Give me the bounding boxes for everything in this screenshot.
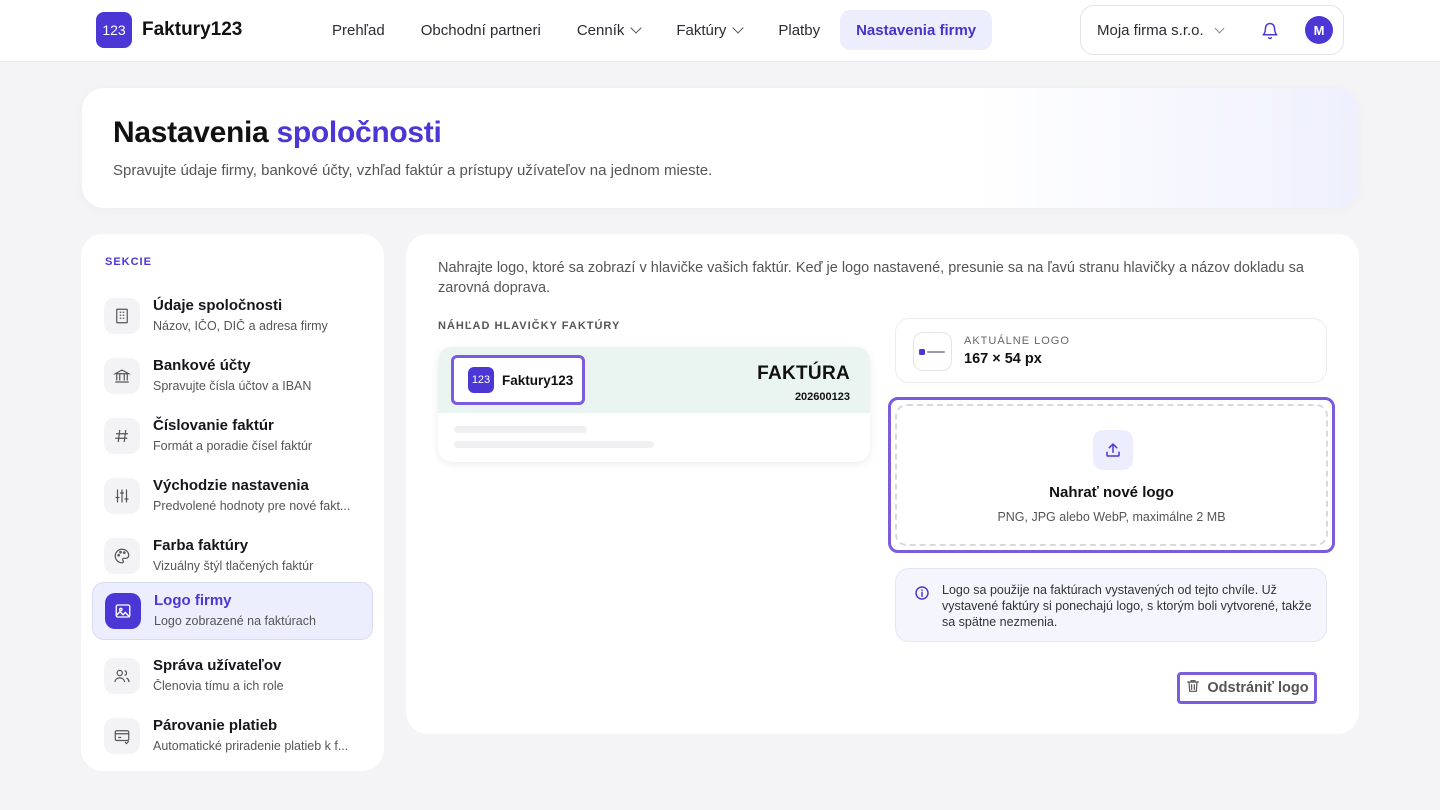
nav-cennik[interactable]: Cenník xyxy=(561,10,657,50)
nav-label: Platby xyxy=(778,21,821,39)
nav-prehlad[interactable]: Prehľad xyxy=(316,10,401,50)
sidebar-item-label: Logo firmy xyxy=(154,592,232,609)
brand-name: Faktury123 xyxy=(142,19,243,40)
placeholder-line xyxy=(454,426,587,433)
image-icon xyxy=(105,593,141,629)
sidebar-item-sprava-uzivatelov[interactable]: Správa užívateľov Členovia tímu a ich ro… xyxy=(92,648,373,706)
hash-icon xyxy=(104,418,140,454)
current-logo-card: AKTUÁLNE LOGO 167 × 54 px xyxy=(895,318,1327,383)
invoice-header-preview: 123 Faktury123 FAKTÚRA 202600123 xyxy=(438,347,870,462)
sidebar-item-label: Východzie nastavenia xyxy=(153,477,309,494)
main-nav: Prehľad Obchodní partneri Cenník Faktúry… xyxy=(316,10,993,50)
brand-badge: 123 xyxy=(96,12,132,48)
sidebar-item-label: Párovanie platieb xyxy=(153,717,278,734)
upload-title: Nahrať nové logo xyxy=(1049,484,1174,501)
bank-icon xyxy=(104,358,140,394)
sidebar-item-cislovanie-faktur[interactable]: Číslovanie faktúr Formát a poradie čísel… xyxy=(92,408,373,466)
chevron-down-icon xyxy=(630,22,643,34)
card-icon xyxy=(104,718,140,754)
remove-logo-button[interactable]: Odstrániť logo xyxy=(1177,672,1317,704)
info-text: Logo sa použije na faktúrach vystavených… xyxy=(942,583,1312,629)
sidebar-item-sub: Predvolené hodnoty pre nové fakt... xyxy=(153,499,351,513)
building-icon xyxy=(104,298,140,334)
preview-logo: 123 Faktury123 xyxy=(451,355,585,405)
placeholder-line xyxy=(454,441,654,448)
top-navigation-bar: 123 Faktury123 Prehľad Obchodní partneri… xyxy=(0,0,1440,62)
sidebar-item-sub: Vizuálny štýl tlačených faktúr xyxy=(153,559,314,573)
upload-icon xyxy=(1093,430,1133,470)
upload-dropzone-highlight: Nahrať nové logo PNG, JPG alebo WebP, ma… xyxy=(888,397,1335,553)
sidebar-item-udaje-spolocnosti[interactable]: Údaje spoločnosti Názov, IČO, DIČ a adre… xyxy=(92,288,373,346)
intro-text: Nahrajte logo, ktoré sa zobrazí v hlavič… xyxy=(438,260,1304,296)
page-header: Nastavenia spoločnosti Spravujte údaje f… xyxy=(82,88,1358,208)
users-icon xyxy=(104,658,140,694)
page-title: Nastavenia spoločnosti xyxy=(113,116,442,150)
chevron-down-icon xyxy=(732,22,745,34)
sidebar-item-sub: Automatické priradenie platieb k f... xyxy=(153,739,349,753)
current-logo-size: 167 × 54 px xyxy=(964,351,1042,367)
palette-icon xyxy=(104,538,140,574)
bell-icon[interactable] xyxy=(1261,22,1279,45)
sidebar-item-sub: Spravujte čísla účtov a IBAN xyxy=(153,379,312,393)
page-subtitle: Spravujte údaje firmy, bankové účty, vzh… xyxy=(113,162,713,179)
avatar[interactable]: M xyxy=(1305,16,1333,44)
nav-label: Prehľad xyxy=(332,21,385,39)
sidebar-item-label: Správa užívateľov xyxy=(153,657,282,674)
sidebar-item-label: Bankové účty xyxy=(153,357,251,374)
preview-logo-badge: 123 xyxy=(468,367,494,393)
chevron-down-icon xyxy=(1214,23,1225,33)
sidebar-item-bankove-ucty[interactable]: Bankové účty Spravujte čísla účtov a IBA… xyxy=(92,348,373,406)
sidebar-item-sub: Logo zobrazené na faktúrach xyxy=(154,614,316,628)
sidebar-item-sub: Formát a poradie čísel faktúr xyxy=(153,439,313,453)
preview-caption: NÁHĽAD HLAVIČKY FAKTÚRY xyxy=(438,320,621,332)
sidebar-item-sub: Členovia tímu a ich role xyxy=(153,679,284,693)
company-name: Moja firma s.r.o. xyxy=(1097,21,1204,39)
info-icon xyxy=(914,585,930,606)
page-title-accent: spoločnosti xyxy=(276,116,442,149)
nav-faktury[interactable]: Faktúry xyxy=(660,10,758,50)
sidebar-item-label: Farba faktúry xyxy=(153,537,249,554)
sliders-icon xyxy=(104,478,140,514)
info-notice: Logo sa použije na faktúrach vystavených… xyxy=(895,568,1327,642)
sidebar-item-label: Číslovanie faktúr xyxy=(153,417,274,434)
logo-settings-panel: Nahrajte logo, ktoré sa zobrazí v hlavič… xyxy=(406,234,1359,734)
nav-label: Cenník xyxy=(576,21,625,39)
preview-document-title: FAKTÚRA xyxy=(757,363,850,384)
sidebar-item-sub: Názov, IČO, DIČ a adresa firmy xyxy=(153,319,328,333)
trash-icon xyxy=(1185,678,1201,698)
settings-sidebar: SEKCIE Údaje spoločnosti Názov, IČO, DIČ… xyxy=(81,234,384,771)
nav-platby[interactable]: Platby xyxy=(762,10,836,50)
preview-header: 123 Faktury123 FAKTÚRA 202600123 xyxy=(438,347,870,413)
nav-label: Nastavenia firmy xyxy=(856,21,977,39)
nav-label: Obchodní partneri xyxy=(420,21,541,39)
nav-obchodni-partneri[interactable]: Obchodní partneri xyxy=(405,10,557,50)
sidebar-item-parovanie-platieb[interactable]: Párovanie platieb Automatické priradenie… xyxy=(92,708,373,766)
nav-nastavenia-firmy[interactable]: Nastavenia firmy xyxy=(840,10,993,50)
sidebar-item-vychodzie-nastavenia[interactable]: Východzie nastavenia Predvolené hodnoty … xyxy=(92,468,373,526)
sidebar-title: SEKCIE xyxy=(105,256,152,268)
current-logo-thumbnail xyxy=(913,332,952,371)
preview-logo-name: Faktury123 xyxy=(502,372,574,388)
upload-subtitle: PNG, JPG alebo WebP, maximálne 2 MB xyxy=(997,510,1226,524)
nav-label: Faktúry xyxy=(676,21,727,39)
sidebar-item-logo-firmy[interactable]: Logo firmy Logo zobrazené na faktúrach xyxy=(92,582,373,640)
upload-dropzone[interactable]: Nahrať nové logo PNG, JPG alebo WebP, ma… xyxy=(895,404,1328,546)
page-title-text: Nastavenia xyxy=(113,116,277,149)
current-logo-caption: AKTUÁLNE LOGO xyxy=(964,335,1070,347)
brand-logo[interactable]: 123 Faktury123 xyxy=(96,12,242,48)
remove-logo-label: Odstrániť logo xyxy=(1207,680,1309,696)
preview-document-number: 202600123 xyxy=(794,391,850,403)
sidebar-item-label: Údaje spoločnosti xyxy=(153,297,283,314)
sidebar-item-farba-faktury[interactable]: Farba faktúry Vizuálny štýl tlačených fa… xyxy=(92,528,373,586)
company-switcher[interactable]: Moja firma s.r.o. M xyxy=(1080,5,1344,55)
